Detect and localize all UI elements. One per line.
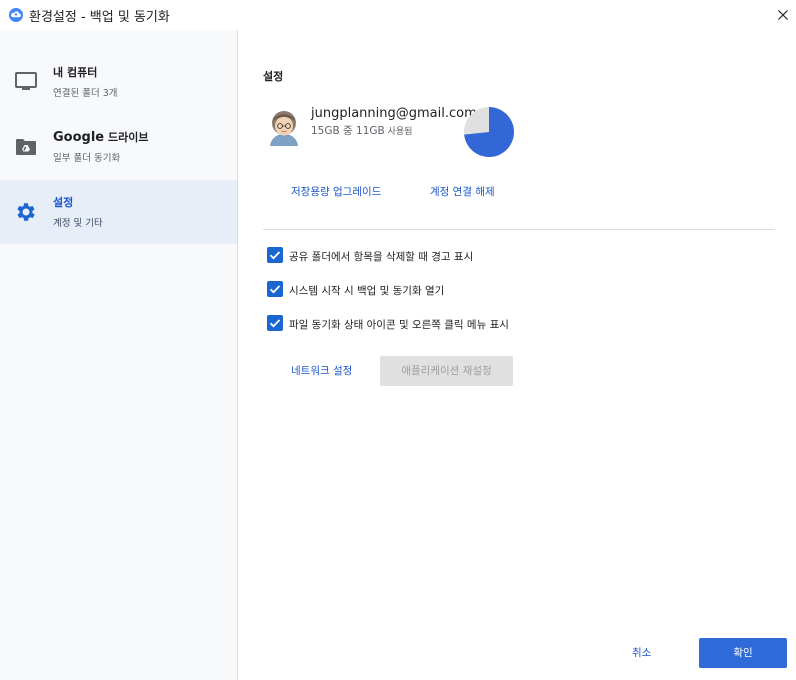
sidebar-item-subtitle: 계정 및 기타 [53, 218, 103, 229]
sidebar-item-settings[interactable]: 설정 계정 및 기타 [0, 180, 237, 244]
divider [263, 229, 775, 230]
sidebar-item-subtitle: 일부 폴더 동기화 [53, 153, 121, 164]
sidebar-item-title: 내 컴퓨터 [53, 66, 98, 79]
sidebar-item-title: 설정 [53, 196, 74, 209]
cancel-button[interactable]: 취소 [632, 645, 651, 660]
account-email: jungplanning@gmail.com [311, 106, 477, 121]
checkbox[interactable] [267, 247, 283, 263]
gear-icon [17, 203, 35, 221]
avatar [264, 106, 304, 146]
sidebar: 내 컴퓨터 연결된 폴더 3개 Google 드라이브 일부 폴더 동기화 설정… [0, 30, 238, 680]
page-title: 설정 [263, 70, 284, 83]
reset-app-button[interactable]: 애플리케이션 재설정 [380, 356, 513, 386]
checkbox[interactable] [267, 315, 283, 331]
checkmark-icon [269, 251, 281, 260]
checkbox-label: 공유 폴더에서 항목을 삭제할 때 경고 표시 [289, 251, 474, 263]
ok-button[interactable]: 확인 [699, 638, 787, 668]
monitor-icon [15, 72, 37, 90]
drive-folder-icon [16, 139, 36, 155]
sidebar-item-my-computer[interactable]: 내 컴퓨터 연결된 폴더 3개 [0, 50, 237, 114]
storage-usage-pie [464, 107, 514, 157]
checkmark-icon [269, 319, 281, 328]
disconnect-account-link[interactable]: 계정 연결 해제 [430, 184, 495, 199]
checkmark-icon [269, 285, 281, 294]
checkbox-label: 파일 동기화 상태 아이콘 및 오른쪽 클릭 메뉴 표시 [289, 319, 509, 331]
sidebar-item-google-drive[interactable]: Google 드라이브 일부 폴더 동기화 [0, 115, 237, 179]
sidebar-item-title: Google 드라이브 [53, 130, 149, 145]
checkbox-label: 시스템 시작 시 백업 및 동기화 열기 [289, 285, 445, 297]
settings-panel: 설정 jungplanning@gmail.com 15GB 중 11GB 사용… [238, 30, 796, 680]
backup-sync-cloud-icon [9, 8, 23, 22]
sidebar-item-subtitle: 연결된 폴더 3개 [53, 88, 118, 99]
network-settings-link[interactable]: 네트워크 설정 [291, 363, 352, 378]
checkbox[interactable] [267, 281, 283, 297]
upgrade-storage-link[interactable]: 저장용량 업그레이드 [291, 184, 381, 199]
window-title: 환경설정 - 백업 및 동기화 [29, 10, 170, 25]
title-bar: 환경설정 - 백업 및 동기화 [0, 0, 796, 30]
close-icon[interactable] [771, 3, 795, 27]
storage-usage: 15GB 중 11GB 사용됨 [311, 125, 413, 137]
